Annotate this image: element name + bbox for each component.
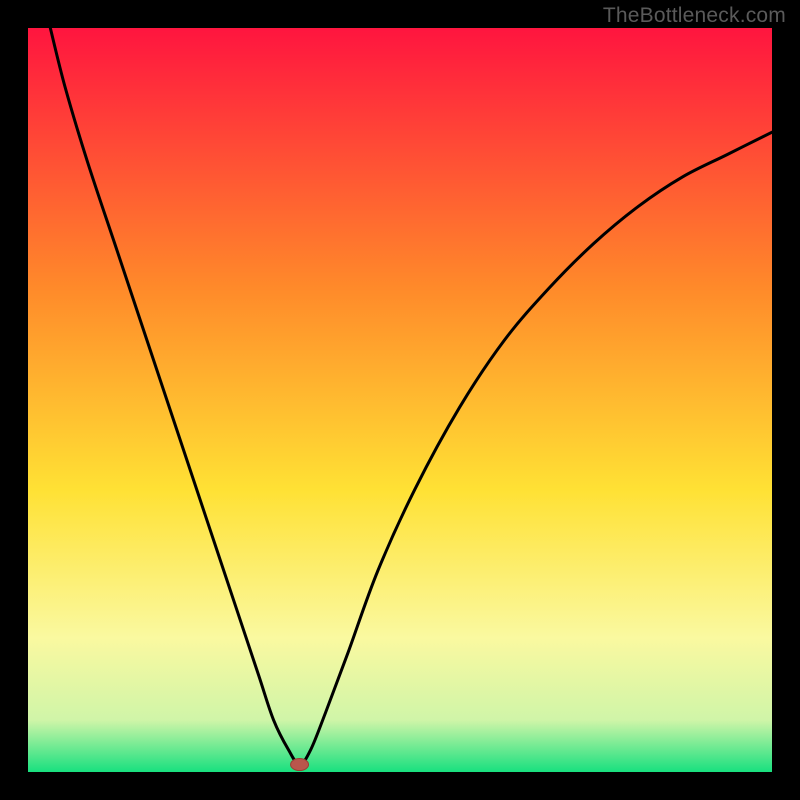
bottleneck-chart: [28, 28, 772, 772]
gradient-background: [28, 28, 772, 772]
plot-area: [28, 28, 772, 772]
chart-frame: TheBottleneck.com: [0, 0, 800, 800]
watermark-text: TheBottleneck.com: [603, 4, 786, 28]
minimum-marker: [291, 759, 309, 771]
